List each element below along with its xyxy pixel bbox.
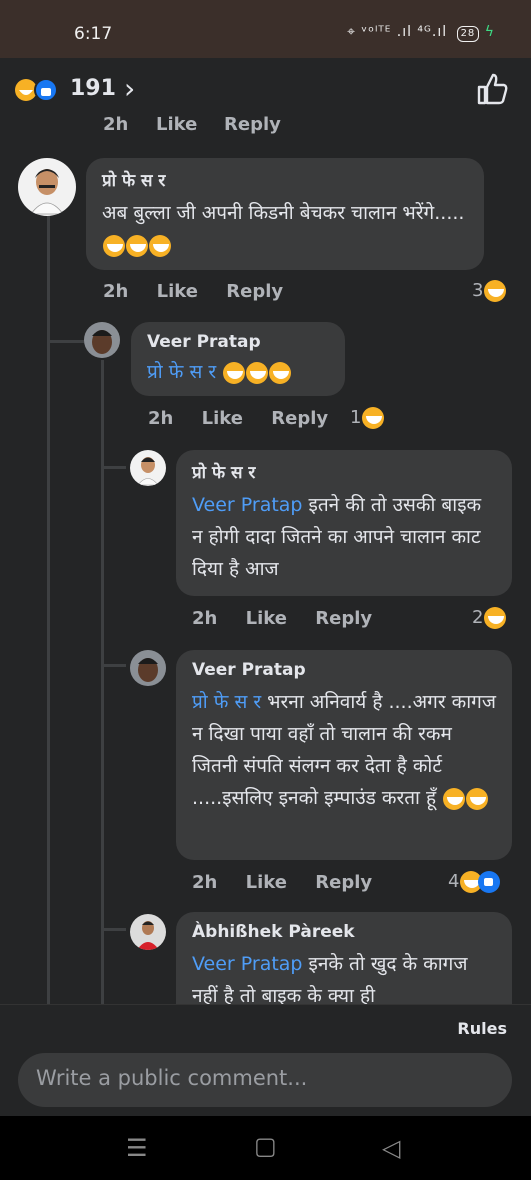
comment-bubble[interactable]: Àbhißhek Pàreek Veer Pratap इनके तो खुद … — [176, 912, 512, 1004]
comment-bubble[interactable]: Veer Pratap प्रो फे स र भरना अनिवार्य है… — [176, 650, 512, 860]
haha-reaction-icon — [15, 78, 58, 102]
comment-bubble[interactable]: प्रो फे स र अब बुल्ला जी अपनी किडनी बेचक… — [86, 158, 484, 270]
reaction-count: 3 — [472, 280, 484, 301]
comment-actions: 2h Like Reply — [192, 608, 394, 629]
comment-bubble[interactable]: Veer Pratap प्रो फे स र — [131, 322, 345, 396]
comment-time: 2h — [192, 872, 218, 893]
thread-line — [47, 216, 50, 1004]
truncated-reply[interactable]: Reply — [224, 114, 281, 135]
laugh-emoji-icon — [223, 361, 246, 384]
battery-icon: 28 — [456, 26, 480, 42]
laugh-emoji-icon — [466, 787, 489, 810]
comment-bubble-inner: Àbhißhek Pàreek Veer Pratap इनके तो खुद … — [176, 912, 512, 1004]
thread-line — [101, 360, 104, 1004]
reaction-summary[interactable]: 3 — [472, 280, 507, 302]
avatar[interactable] — [18, 158, 76, 216]
laugh-emoji-icon — [484, 607, 507, 629]
comment-composer: Rules Write a public comment... — [0, 1004, 531, 1117]
comment-author[interactable]: Veer Pratap — [192, 660, 496, 680]
status-icons: ⌖ ᵛᵒˡᵀᴱ .ıl ⁴ᴳ.ıl 28 ϟ — [347, 24, 495, 42]
laugh-emoji-icon — [126, 234, 148, 257]
like-button[interactable]: Like — [157, 281, 198, 302]
comment-author[interactable]: Àbhißhek Pàreek — [192, 922, 496, 942]
thread-branch — [104, 664, 126, 667]
status-time: 6:17 — [74, 24, 113, 44]
laugh-emoji-icon — [103, 234, 125, 257]
comment-text: प्रो फे स र — [147, 358, 329, 386]
laugh-emoji-icon — [362, 407, 385, 429]
laugh-emoji-icon — [484, 280, 507, 302]
chevron-right-icon[interactable]: › — [124, 72, 135, 105]
like-button[interactable]: Like — [202, 408, 243, 429]
reaction-summary[interactable]: 1 — [350, 407, 385, 429]
reply-button[interactable]: Reply — [271, 408, 328, 429]
laugh-emoji-icon — [149, 234, 171, 257]
mention-link[interactable]: Veer Pratap — [192, 953, 302, 975]
like-button[interactable]: Like — [246, 608, 287, 629]
thumbs-up-icon[interactable] — [475, 72, 509, 106]
comment-actions: 2h Like Reply — [148, 408, 350, 429]
reaction-count: 191 — [70, 76, 116, 101]
like-button[interactable]: Like — [246, 872, 287, 893]
reaction-summary[interactable]: 4 — [448, 871, 501, 893]
comment-author[interactable]: प्रो फे स र — [102, 168, 468, 191]
thread-branch — [104, 928, 126, 931]
comment-bubble[interactable]: प्रो फे स र Veer Pratap इतने की तो उसकी … — [176, 450, 512, 596]
mention-link[interactable]: प्रो फे स र — [147, 361, 216, 383]
laugh-emoji-icon — [246, 361, 269, 384]
comment-time: 2h — [148, 408, 174, 429]
avatar[interactable] — [130, 450, 166, 486]
avatar[interactable] — [84, 322, 120, 358]
reply-button[interactable]: Reply — [315, 608, 372, 629]
truncated-time: 2h — [103, 114, 129, 135]
comment-actions: 2h Like Reply — [192, 872, 394, 893]
truncated-action-row: 2h Like Reply — [0, 112, 531, 138]
thread-branch — [50, 340, 84, 343]
truncated-like[interactable]: Like — [156, 114, 197, 135]
reaction-count: 2 — [472, 607, 484, 628]
comment-text: प्रो फे स र भरना अनिवार्य है ....अगर काग… — [192, 691, 496, 810]
reactions-header[interactable]: 191 › — [0, 58, 531, 120]
reply-button[interactable]: Reply — [226, 281, 283, 302]
like-reaction-icon — [478, 871, 501, 893]
charging-icon: ϟ — [484, 24, 495, 40]
reaction-count: 4 — [448, 871, 460, 892]
comment-text: Veer Pratap इतने की तो उसकी बाइक न होगी … — [192, 494, 482, 580]
comment-time: 2h — [103, 281, 129, 302]
reaction-summary[interactable]: 2 — [472, 607, 507, 629]
menu-icon[interactable]: ☰ — [126, 1134, 148, 1162]
system-nav-bar: ☰ ▢ ◁ — [0, 1116, 531, 1180]
comment-input[interactable]: Write a public comment... — [18, 1053, 512, 1107]
comment-text: Veer Pratap इनके तो खुद के कागज नहीं है … — [192, 953, 468, 1004]
avatar[interactable] — [130, 650, 166, 686]
home-icon[interactable]: ▢ — [254, 1132, 277, 1160]
signal-icons: ⌖ ᵛᵒˡᵀᴱ .ıl ⁴ᴳ.ıl — [347, 24, 448, 40]
status-bar: 6:17 ⌖ ᵛᵒˡᵀᴱ .ıl ⁴ᴳ.ıl 28 ϟ — [0, 0, 531, 58]
reaction-count: 1 — [350, 407, 362, 428]
comment-author[interactable]: प्रो फे स र — [192, 460, 496, 483]
mention-link[interactable]: Veer Pratap — [192, 494, 302, 516]
back-icon[interactable]: ◁ — [382, 1134, 400, 1162]
mention-link[interactable]: प्रो फे स र — [192, 691, 261, 713]
rules-link[interactable]: Rules — [457, 1019, 507, 1038]
comment-text: अब बुल्ला जी अपनी किडनी बेचकर चालान भरें… — [102, 197, 468, 261]
avatar[interactable] — [130, 914, 166, 950]
laugh-emoji-icon — [443, 787, 466, 810]
comment-actions: 2h Like Reply — [103, 281, 305, 302]
reply-button[interactable]: Reply — [315, 872, 372, 893]
comment-time: 2h — [192, 608, 218, 629]
laugh-emoji-icon — [269, 361, 292, 384]
thread-branch — [104, 466, 126, 469]
comment-author[interactable]: Veer Pratap — [147, 332, 329, 352]
